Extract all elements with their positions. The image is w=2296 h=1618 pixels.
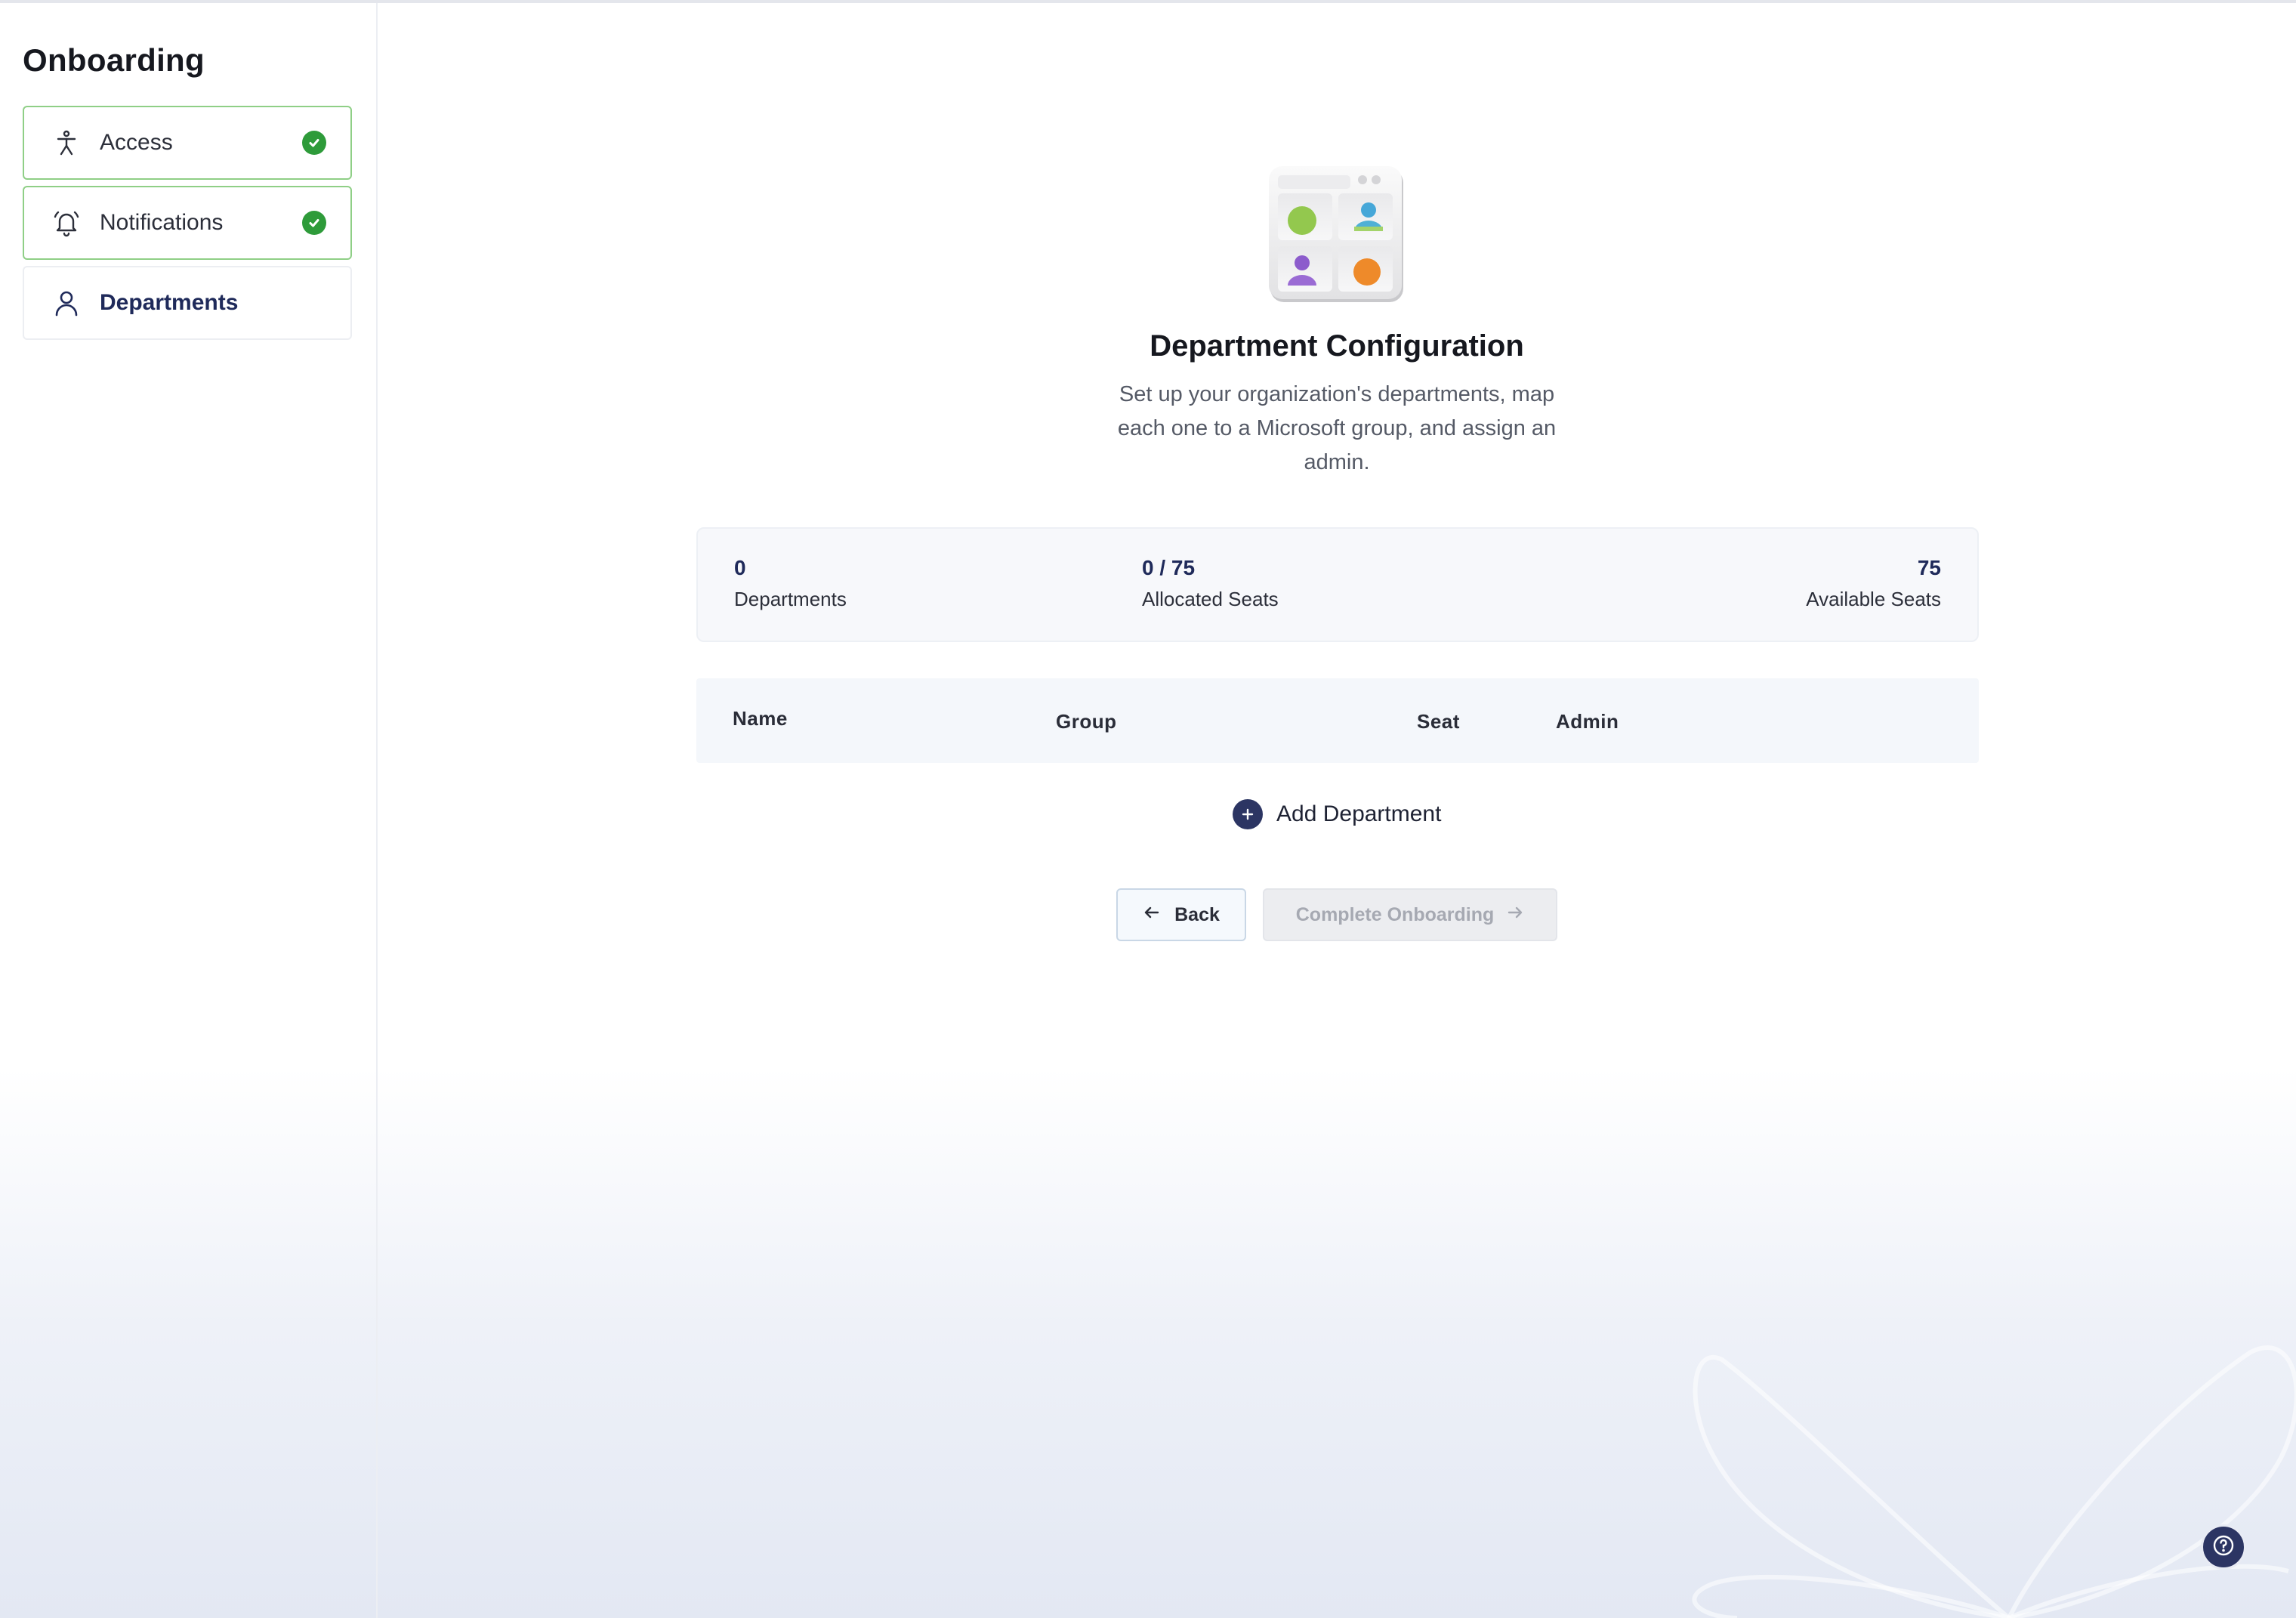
add-department-button[interactable]: Add Department — [1233, 798, 1441, 831]
seat-stats-panel: 0 Departments 0 / 75 Allocated Seats 75 … — [696, 527, 1979, 642]
column-header-admin[interactable]: Admin — [1556, 710, 1619, 733]
sidebar: Onboarding Access Notifications Departme… — [0, 3, 378, 1618]
bell-icon — [51, 208, 82, 238]
stat-value: 75 — [1917, 556, 1941, 579]
step-access[interactable]: Access — [23, 106, 352, 180]
back-button[interactable]: Back — [1116, 888, 1246, 941]
page-title: Department Configuration — [1150, 329, 1524, 363]
step-label: Departments — [100, 290, 239, 315]
check-circle-icon — [302, 211, 326, 235]
step-label: Notifications — [100, 210, 224, 235]
plus-icon — [1233, 799, 1263, 829]
stat-departments: 0 Departments — [734, 556, 847, 611]
complete-onboarding-label: Complete Onboarding — [1295, 903, 1495, 925]
department-illustration — [1269, 166, 1405, 305]
question-circle-icon — [2211, 1533, 2236, 1561]
stat-value: 0 — [734, 556, 746, 579]
step-label: Access — [100, 130, 173, 155]
arrow-right-icon — [1506, 903, 1524, 927]
back-label: Back — [1174, 903, 1220, 925]
column-header-seat[interactable]: Seat — [1417, 710, 1460, 733]
stat-available-seats: 75 Available Seats — [1806, 556, 1941, 611]
column-header-group[interactable]: Group — [1056, 710, 1117, 733]
step-departments[interactable]: Departments — [23, 266, 352, 340]
stat-value: 0 / 75 — [1142, 556, 1196, 579]
arrow-left-icon — [1143, 903, 1161, 927]
column-header-name[interactable]: Name — [733, 707, 788, 730]
add-department-label: Add Department — [1276, 801, 1442, 826]
user-icon — [51, 288, 82, 318]
page-subtitle: Set up your organization's departments, … — [1117, 382, 1557, 474]
stat-label: Available Seats — [1806, 588, 1941, 610]
step-notifications[interactable]: Notifications — [23, 186, 352, 260]
complete-onboarding-button[interactable]: Complete Onboarding — [1263, 888, 1557, 941]
sidebar-title: Onboarding — [23, 42, 205, 78]
background-petal-decoration — [1692, 1345, 2296, 1618]
departments-table-header: Name Group Seat Admin — [696, 678, 1979, 763]
stat-allocated-seats: 0 / 75 Allocated Seats — [1142, 556, 1279, 611]
stat-label: Allocated Seats — [1142, 588, 1279, 610]
check-circle-icon — [302, 131, 326, 155]
stat-label: Departments — [734, 588, 847, 610]
help-button[interactable] — [2201, 1524, 2246, 1570]
accessibility-icon — [51, 128, 82, 158]
